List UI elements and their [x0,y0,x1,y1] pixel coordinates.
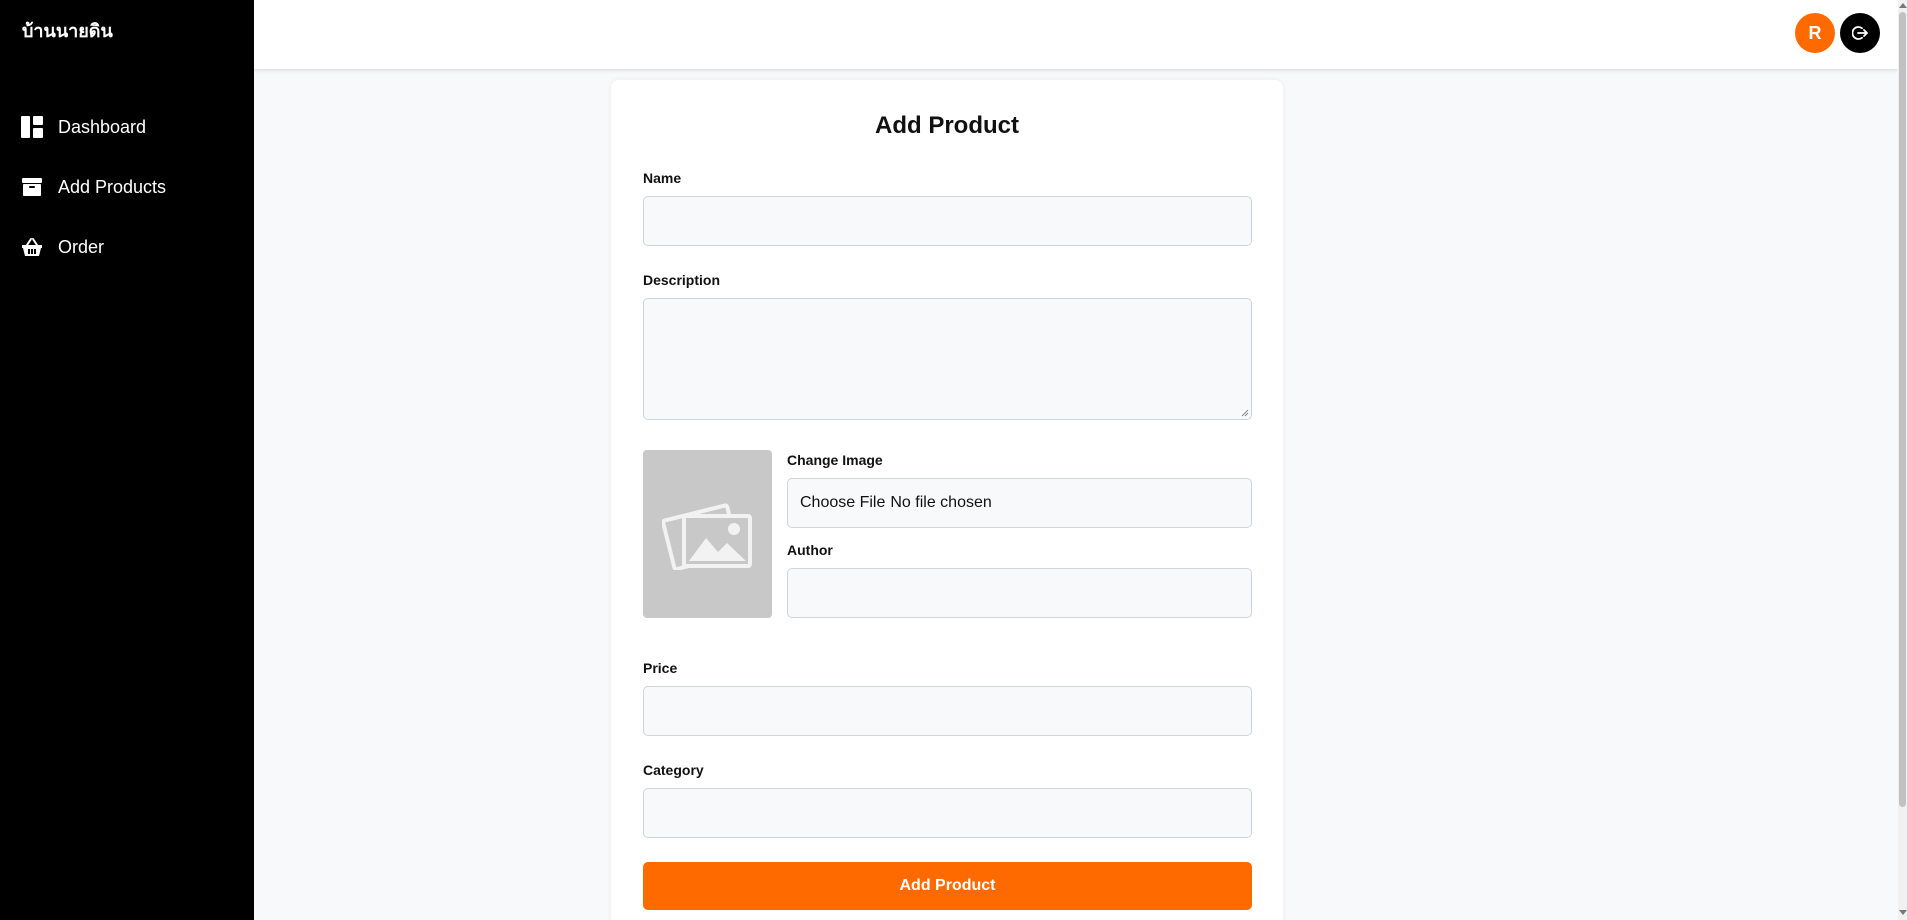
resize-grip-icon[interactable] [1241,409,1249,417]
sidebar-item-dashboard[interactable]: Dashboard [20,107,146,147]
scroll-up-arrow-icon[interactable] [1899,3,1907,8]
author-label: Author [787,542,833,558]
avatar[interactable]: R [1795,13,1835,53]
sidebar-item-order[interactable]: Order [20,227,104,267]
category-label: Category [643,762,704,778]
archive-box-icon [20,175,44,199]
sidebar: บ้านนายดิน Dashboard Add Products Order [0,0,254,920]
sidebar-item-label: Dashboard [58,116,147,137]
brand-title: บ้านนายดิน [22,21,113,42]
top-header [254,0,1898,69]
logout-button[interactable] [1840,13,1880,53]
add-product-form: Add Product Name Description Change Imag… [611,80,1283,920]
add-product-button[interactable]: Add Product [643,862,1252,910]
choose-file-button[interactable]: Choose File [800,494,885,512]
scroll-down-arrow-icon[interactable] [1899,910,1907,915]
product-image-preview [643,450,772,618]
image-file-input[interactable]: Choose File No file chosen [787,478,1252,528]
change-image-label: Change Image [787,452,883,468]
sidebar-item-label: Order [58,236,105,257]
scrollbar[interactable] [1898,0,1907,920]
price-label: Price [643,660,678,676]
author-input[interactable] [787,568,1252,618]
scroll-thumb[interactable] [1899,12,1906,807]
description-label: Description [643,272,721,288]
image-placeholder-icon [661,498,754,570]
name-input[interactable] [643,196,1252,246]
price-input[interactable] [643,686,1252,736]
dashboard-icon [20,115,44,139]
form-title: Add Product [875,112,1019,139]
logout-icon [1852,25,1868,41]
name-label: Name [643,170,682,186]
file-status: No file chosen [890,494,992,511]
sidebar-item-add-products[interactable]: Add Products [20,167,166,207]
sidebar-item-label: Add Products [58,176,167,197]
description-textarea[interactable] [643,298,1252,420]
basket-icon [20,235,44,259]
category-input[interactable] [643,788,1252,838]
